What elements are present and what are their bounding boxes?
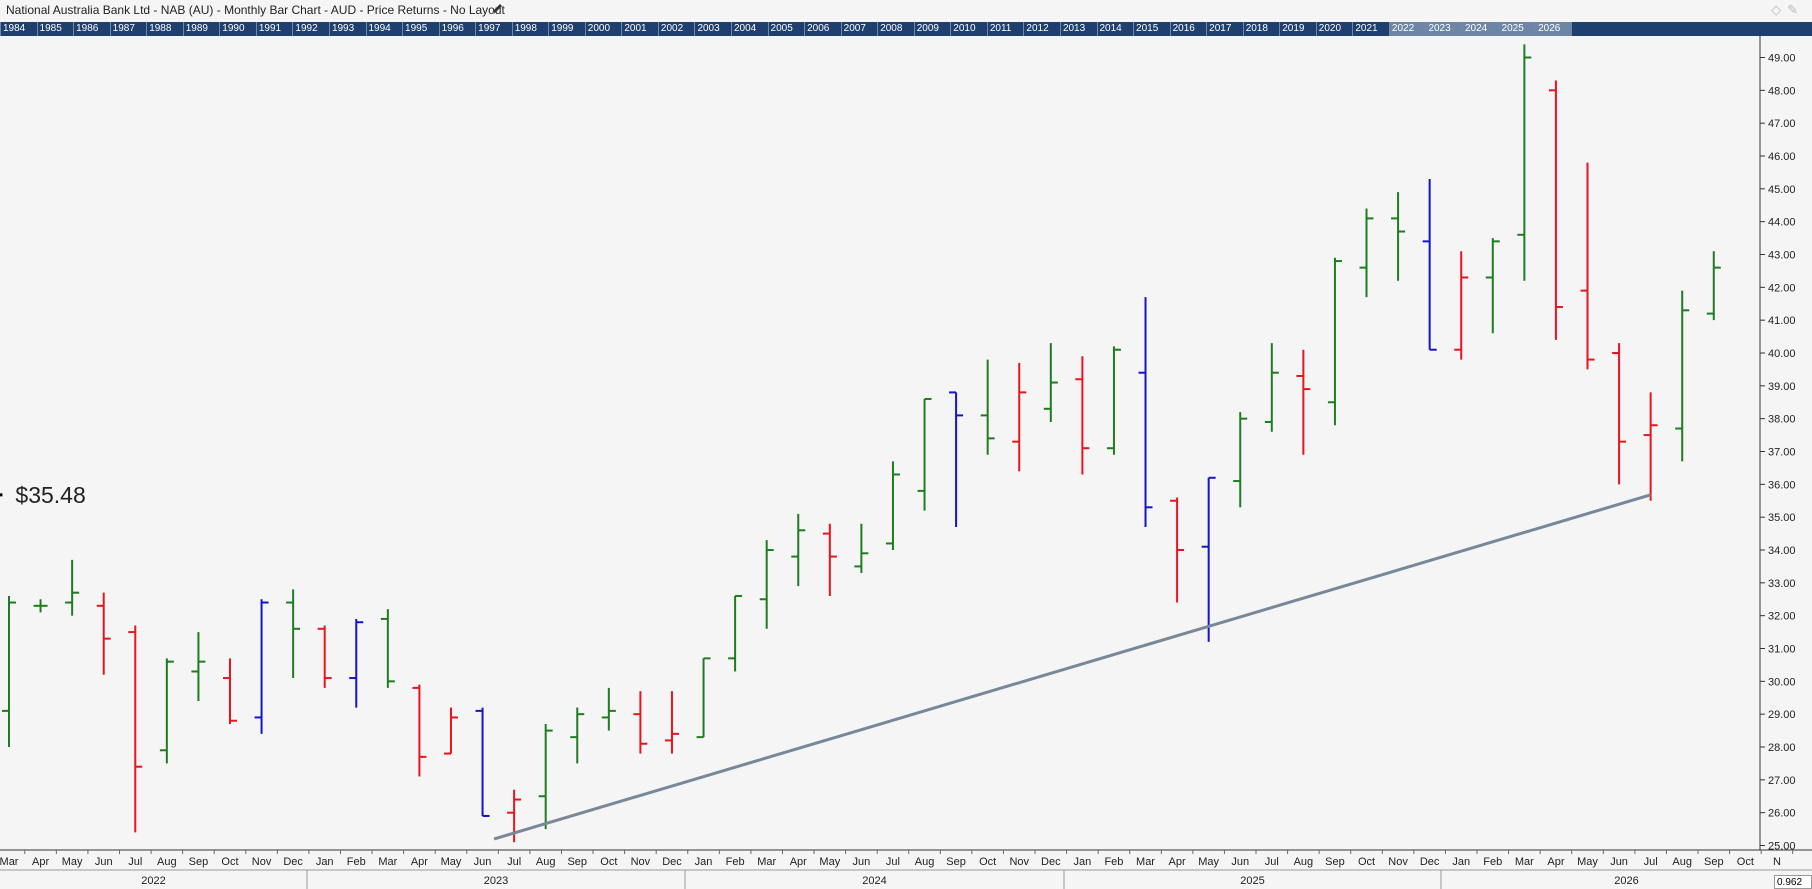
x-month-label: Apr — [1169, 856, 1186, 868]
x-month-label: Aug — [536, 856, 556, 868]
x-month-label: Apr — [1547, 856, 1564, 868]
y-tick-label: 40.00 — [1768, 348, 1796, 360]
x-month-label: Aug — [1672, 856, 1692, 868]
x-month-label: Aug — [1294, 856, 1314, 868]
y-tick-label: 47.00 — [1768, 118, 1796, 130]
y-tick-label: 46.00 — [1768, 151, 1796, 163]
x-month-label: May — [1198, 856, 1219, 868]
y-tick-label: 33.00 — [1768, 578, 1796, 590]
x-month-label: Sep — [1325, 856, 1345, 868]
x-month-label: Mar — [1136, 856, 1155, 868]
y-tick-label: 32.00 — [1768, 611, 1796, 623]
x-month-label: Mar — [757, 856, 776, 868]
y-tick-label: 41.00 — [1768, 315, 1796, 327]
x-month-label: Jan — [1452, 856, 1470, 868]
x-month-label: Jun — [474, 856, 492, 868]
y-tick-label: 48.00 — [1768, 85, 1796, 97]
x-month-label: Jun — [95, 856, 113, 868]
x-month-label: Jan — [1074, 856, 1092, 868]
x-month-label: Apr — [32, 856, 49, 868]
y-tick-label: 31.00 — [1768, 644, 1796, 656]
y-tick-label: 29.00 — [1768, 709, 1796, 721]
y-tick-label: 43.00 — [1768, 250, 1796, 262]
y-tick-label: 49.00 — [1768, 53, 1796, 65]
x-month-label: Dec — [1041, 856, 1061, 868]
y-tick-label: 26.00 — [1768, 808, 1796, 820]
y-tick-label: 25.00 — [1768, 841, 1796, 853]
x-year-label: 2024 — [862, 875, 886, 887]
x-month-label: N — [1773, 856, 1781, 868]
x-month-label: Jun — [1231, 856, 1249, 868]
y-tick-label: 35.00 — [1768, 512, 1796, 524]
x-month-label: Mar — [0, 856, 19, 868]
x-month-label: Jun — [853, 856, 871, 868]
x-month-label: Nov — [1388, 856, 1408, 868]
x-month-label: Sep — [567, 856, 587, 868]
x-month-label: Jul — [507, 856, 521, 868]
price-chart[interactable]: 25.00 26.00 27.00 28.00 29.00 30.00 31.00 32.00… — [0, 0, 1812, 889]
y-tick-label: 42.00 — [1768, 282, 1796, 294]
x-month-label: Feb — [1483, 856, 1502, 868]
y-tick-label: 30.00 — [1768, 676, 1796, 688]
status-readout: 0.962 — [1774, 875, 1812, 889]
y-tick-label: 27.00 — [1768, 775, 1796, 787]
x-month-label: Dec — [1420, 856, 1440, 868]
x-month-label: Nov — [252, 856, 272, 868]
x-month-label: Sep — [946, 856, 966, 868]
x-month-label: Jul — [1644, 856, 1658, 868]
x-month-label: Aug — [157, 856, 177, 868]
x-month-label: Oct — [1737, 856, 1754, 868]
y-tick-label: 39.00 — [1768, 381, 1796, 393]
x-month-label: Oct — [221, 856, 238, 868]
y-tick-label: 37.00 — [1768, 447, 1796, 459]
y-tick-label: 34.00 — [1768, 545, 1796, 557]
plot-area[interactable] — [0, 36, 1760, 850]
x-month-label: Dec — [662, 856, 682, 868]
x-month-label: Apr — [411, 856, 428, 868]
x-month-label: Feb — [726, 856, 745, 868]
x-month-label: Feb — [1104, 856, 1123, 868]
price-label: $35.48 — [15, 482, 85, 508]
x-month-label: Mar — [1515, 856, 1534, 868]
x-month-label: May — [62, 856, 83, 868]
x-year-label: 2023 — [484, 875, 508, 887]
x-month-label: Feb — [347, 856, 366, 868]
x-month-label: Apr — [790, 856, 807, 868]
y-tick-label: 28.00 — [1768, 742, 1796, 754]
y-tick-label: 36.00 — [1768, 479, 1796, 491]
x-month-label: Jan — [695, 856, 713, 868]
x-month-label: Jul — [1265, 856, 1279, 868]
y-tick-label: 44.00 — [1768, 217, 1796, 229]
x-month-label: Oct — [979, 856, 996, 868]
x-year-label: 2025 — [1240, 875, 1264, 887]
x-month-label: May — [441, 856, 462, 868]
x-month-label: Jul — [886, 856, 900, 868]
x-month-label: Jul — [128, 856, 142, 868]
x-month-label: May — [1577, 856, 1598, 868]
y-tick-label: 45.00 — [1768, 184, 1796, 196]
x-month-label: Dec — [283, 856, 303, 868]
x-month-label: Oct — [1358, 856, 1375, 868]
x-month-label: Sep — [1704, 856, 1724, 868]
x-month-label: Jun — [1610, 856, 1628, 868]
x-month-label: Mar — [378, 856, 397, 868]
x-month-label: Nov — [631, 856, 651, 868]
x-month-label: Oct — [600, 856, 617, 868]
x-month-label: Jan — [316, 856, 334, 868]
x-month-label: Nov — [1009, 856, 1029, 868]
x-month-label: May — [819, 856, 840, 868]
x-month-label: Sep — [189, 856, 209, 868]
x-month-label: Aug — [915, 856, 935, 868]
x-year-label: 2026 — [1614, 875, 1638, 887]
y-tick-label: 38.00 — [1768, 414, 1796, 426]
x-year-label: 2022 — [141, 875, 165, 887]
